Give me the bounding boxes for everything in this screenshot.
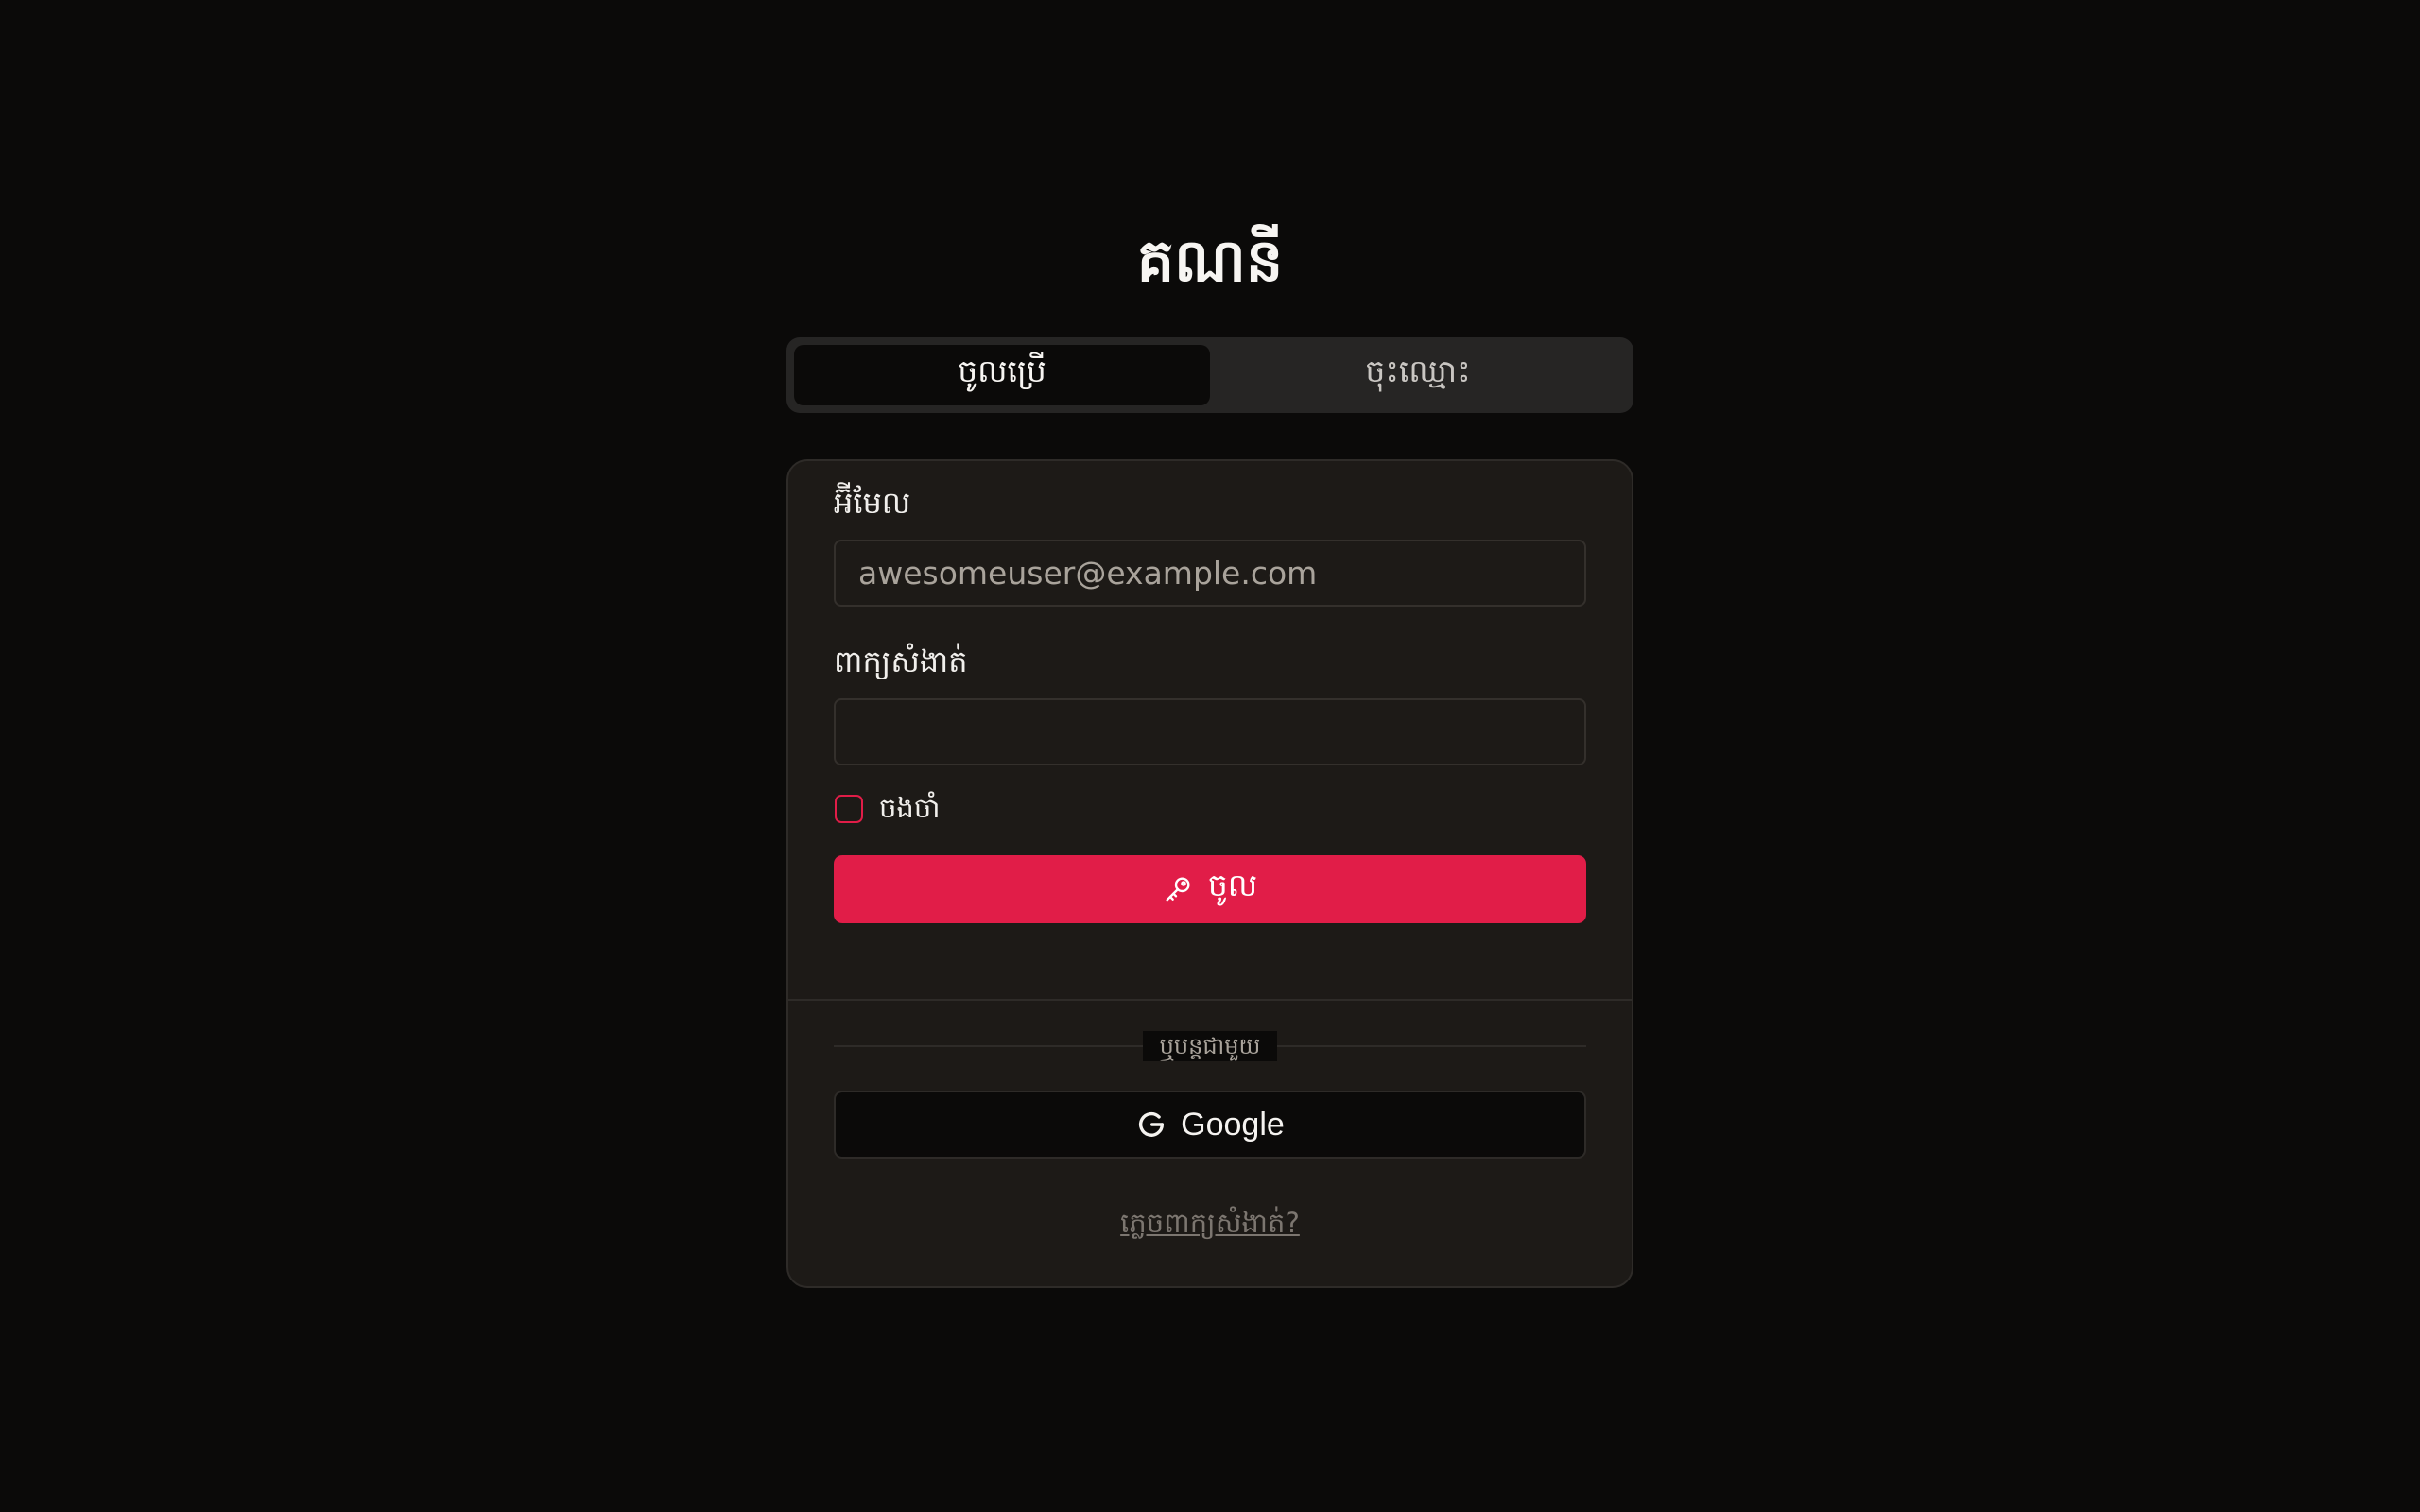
sign-in-button[interactable]: ចូល [834,855,1586,923]
login-card: អ៊ីមែល ពាក្យសំងាត់ ចងចាំ ចូល ឬបន្តជាមួយ [786,459,1634,1288]
card-divider [788,999,1632,1001]
google-icon [1139,1111,1165,1137]
password-field[interactable] [834,698,1586,765]
page-title: គណនី [1136,226,1284,295]
remember-checkbox[interactable] [835,795,863,823]
email-label: អ៊ីមែល [834,485,911,521]
or-divider-text: ឬបន្តជាមួយ [1143,1031,1277,1061]
sign-in-button-label: ចូល [1207,868,1258,902]
google-button-label: Google [1181,1106,1285,1143]
login-page: គណនី ចូលប្រើ ចុះឈ្មោះ អ៊ីមែល ពាក្យសំងាត់… [0,0,2420,1512]
key-icon [1166,877,1190,902]
remember-label[interactable]: ចងចាំ [879,786,940,830]
password-label: ពាក្យសំងាត់ [834,644,968,679]
google-login-button[interactable]: Google [834,1091,1586,1159]
forgot-password-link[interactable]: ភ្លេចពាក្យសំងាត់? [788,1202,1632,1244]
auth-tabs: ចូលប្រើ ចុះឈ្មោះ [786,337,1634,413]
email-field[interactable] [834,540,1586,607]
tab-sign-in[interactable]: ចូលប្រើ [794,345,1210,405]
tab-sign-up[interactable]: ចុះឈ្មោះ [1210,345,1626,405]
